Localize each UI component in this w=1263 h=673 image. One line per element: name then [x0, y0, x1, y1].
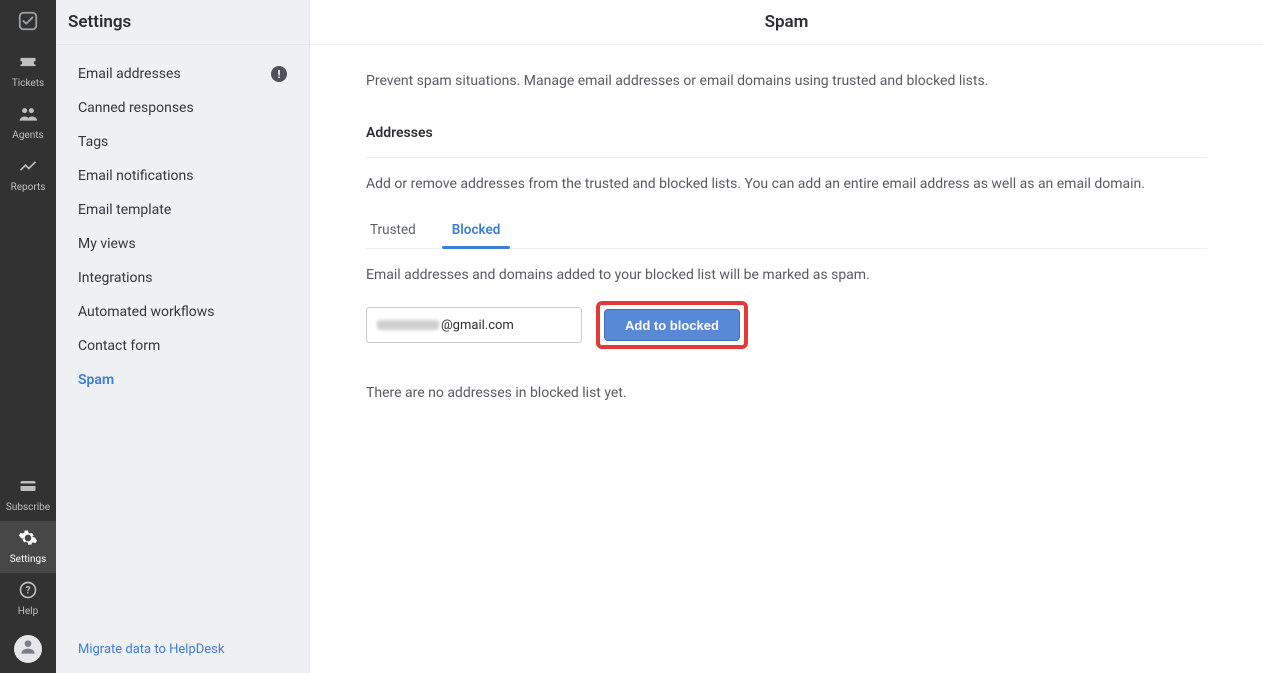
sidebar-item-label: My views [78, 236, 136, 252]
gear-icon [18, 528, 38, 551]
intro-text: Prevent spam situations. Manage email ad… [366, 73, 1207, 89]
empty-message: There are no addresses in blocked list y… [366, 385, 1207, 401]
avatar[interactable] [14, 635, 42, 663]
check-square-icon [17, 10, 39, 36]
tab-desc: Email addresses and domains added to you… [366, 267, 1207, 283]
card-icon [18, 476, 38, 499]
rail-item-tickets[interactable]: Tickets [0, 45, 56, 97]
settings-sidebar: Settings Email addresses ! Canned respon… [56, 0, 310, 673]
sidebar-item-email-addresses[interactable]: Email addresses ! [56, 57, 309, 91]
help-icon: ? [18, 580, 38, 603]
sidebar-footer-link[interactable]: Migrate data to HelpDesk [56, 628, 309, 673]
sidebar-item-automated-workflows[interactable]: Automated workflows [56, 295, 309, 329]
svg-text:?: ? [26, 585, 31, 596]
sidebar-item-label: Tags [78, 134, 108, 150]
notice-badge: ! [271, 66, 287, 82]
add-to-blocked-button[interactable]: Add to blocked [604, 309, 740, 341]
sidebar-item-tags[interactable]: Tags [56, 125, 309, 159]
section-title: Addresses [366, 125, 1207, 141]
sidebar-title: Settings [56, 0, 309, 45]
sidebar-item-label: Spam [78, 372, 114, 388]
rail-label: Settings [10, 554, 47, 565]
nav-rail: Tickets Agents Reports Subscribe Setting… [0, 0, 56, 673]
sidebar-item-contact-form[interactable]: Contact form [56, 329, 309, 363]
chart-icon [18, 156, 38, 179]
user-icon [18, 637, 38, 661]
sidebar-item-label: Email template [78, 202, 171, 218]
sidebar-item-integrations[interactable]: Integrations [56, 261, 309, 295]
rail-item-help[interactable]: ? Help [0, 573, 56, 625]
rail-label: Agents [12, 130, 43, 141]
sidebar-item-label: Automated workflows [78, 304, 215, 320]
people-icon [18, 104, 38, 127]
tab-trusted[interactable]: Trusted [366, 216, 420, 248]
content: Prevent spam situations. Manage email ad… [310, 45, 1263, 429]
email-input[interactable]: @gmail.com [366, 307, 582, 343]
sidebar-item-my-views[interactable]: My views [56, 227, 309, 261]
sidebar-item-spam[interactable]: Spam [56, 363, 309, 397]
rail-label: Subscribe [6, 502, 50, 513]
redacted-segment [377, 320, 439, 330]
sidebar-item-label: Canned responses [78, 100, 194, 116]
main-pane: Spam Prevent spam situations. Manage ema… [310, 0, 1263, 673]
rail-label: Help [18, 606, 38, 617]
highlight-box: Add to blocked [596, 301, 748, 349]
sidebar-item-label: Email addresses [78, 66, 181, 82]
rail-item-reports[interactable]: Reports [0, 149, 56, 201]
sidebar-item-label: Integrations [78, 270, 152, 286]
page-title: Spam [310, 0, 1263, 45]
ticket-icon [18, 52, 38, 75]
tab-blocked[interactable]: Blocked [448, 216, 505, 248]
sidebar-item-canned-responses[interactable]: Canned responses [56, 91, 309, 125]
sidebar-item-email-template[interactable]: Email template [56, 193, 309, 227]
email-suffix: @gmail.com [441, 318, 514, 333]
rail-item-subscribe[interactable]: Subscribe [0, 469, 56, 521]
sidebar-list: Email addresses ! Canned responses Tags … [56, 45, 309, 628]
tabs: Trusted Blocked [366, 216, 1207, 249]
rail-item-settings[interactable]: Settings [0, 521, 56, 573]
divider [366, 157, 1207, 158]
add-row: @gmail.com Add to blocked [366, 301, 1207, 349]
rail-item-agents[interactable]: Agents [0, 97, 56, 149]
sidebar-item-email-notifications[interactable]: Email notifications [56, 159, 309, 193]
sidebar-item-label: Contact form [78, 338, 160, 354]
rail-label: Tickets [12, 78, 44, 89]
app-logo [0, 0, 56, 45]
section-desc: Add or remove addresses from the trusted… [366, 176, 1207, 192]
rail-label: Reports [11, 182, 46, 193]
sidebar-item-label: Email notifications [78, 168, 193, 184]
